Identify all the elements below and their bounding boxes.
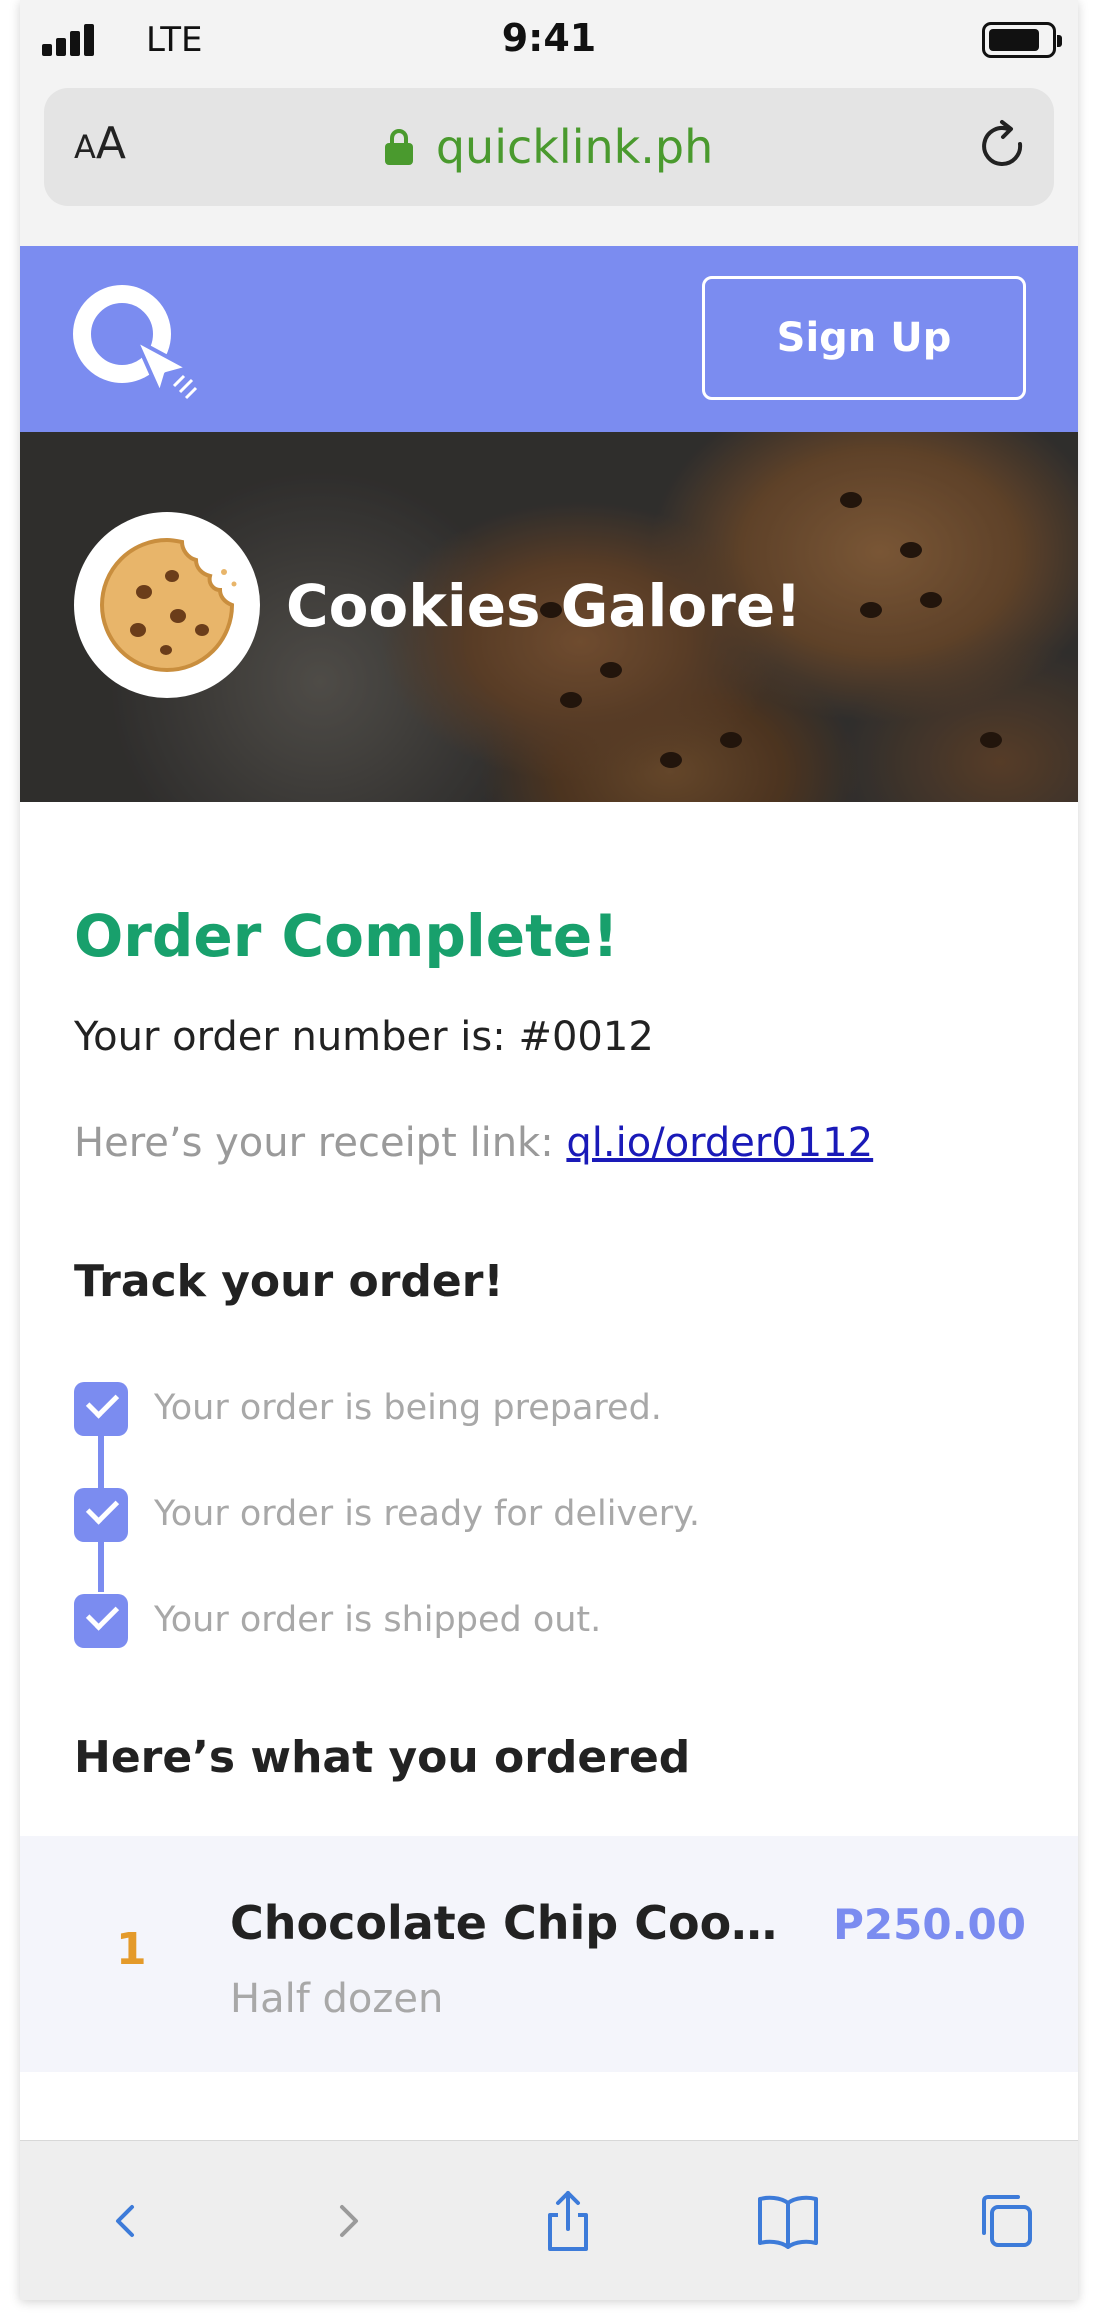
back-icon[interactable] bbox=[90, 2185, 162, 2257]
status-bar: LTE 9:41 bbox=[20, 0, 1078, 80]
order-status-title: Order Complete! bbox=[74, 902, 619, 970]
cookie-icon bbox=[100, 537, 237, 672]
tracking-step-label: Your order is shipped out. bbox=[154, 1600, 602, 1640]
lock-icon bbox=[384, 129, 413, 165]
battery-icon bbox=[982, 22, 1062, 58]
address-bar[interactable]: AA quicklink.ph bbox=[44, 88, 1054, 206]
checkmark-icon bbox=[74, 1488, 128, 1542]
order-number: Your order number is: #0012 bbox=[74, 1014, 654, 1060]
share-icon[interactable] bbox=[532, 2185, 604, 2257]
item-variant: Half dozen bbox=[230, 1976, 444, 2022]
sign-up-button[interactable]: Sign Up bbox=[702, 276, 1026, 400]
tracking-step-label: Your order is ready for delivery. bbox=[154, 1494, 700, 1534]
order-item-row[interactable]: 1 Chocolate Chip Cookies Half dozen P250… bbox=[20, 1836, 1078, 2072]
store-name: Cookies Galore! bbox=[286, 572, 802, 640]
checkmark-icon bbox=[74, 1382, 128, 1436]
quicklink-logo-icon[interactable] bbox=[64, 276, 204, 406]
item-name: Chocolate Chip Cookies bbox=[230, 1896, 790, 1950]
receipt-label: Here’s your receipt link: bbox=[74, 1120, 567, 1166]
receipt-link[interactable]: ql.io/order0112 bbox=[566, 1120, 873, 1166]
order-content: Order Complete! Your order number is: #0… bbox=[20, 802, 1078, 2140]
tracking-step-label: Your order is being prepared. bbox=[154, 1388, 662, 1428]
receipt-line: Here’s your receipt link: ql.io/order011… bbox=[74, 1120, 873, 1166]
item-price: P250.00 bbox=[833, 1900, 1026, 1949]
bookmarks-icon[interactable] bbox=[752, 2185, 824, 2257]
checkmark-icon bbox=[74, 1594, 128, 1648]
phone-frame: LTE 9:41 AA quicklink.ph Sign Up Cookies… bbox=[20, 0, 1078, 2300]
app-header: Sign Up bbox=[20, 246, 1078, 432]
ordered-items-heading: Here’s what you ordered bbox=[74, 1732, 691, 1783]
tabs-icon[interactable] bbox=[970, 2185, 1042, 2257]
reload-icon[interactable] bbox=[974, 118, 1032, 176]
status-time: 9:41 bbox=[501, 16, 597, 60]
store-avatar bbox=[74, 512, 260, 698]
url-text[interactable]: quicklink.ph bbox=[436, 120, 713, 174]
track-order-heading: Track your order! bbox=[74, 1256, 504, 1307]
forward-icon[interactable] bbox=[312, 2185, 384, 2257]
store-hero-banner: Cookies Galore! bbox=[20, 432, 1078, 802]
browser-toolbar bbox=[20, 2140, 1078, 2300]
item-quantity: 1 bbox=[116, 1924, 147, 1975]
